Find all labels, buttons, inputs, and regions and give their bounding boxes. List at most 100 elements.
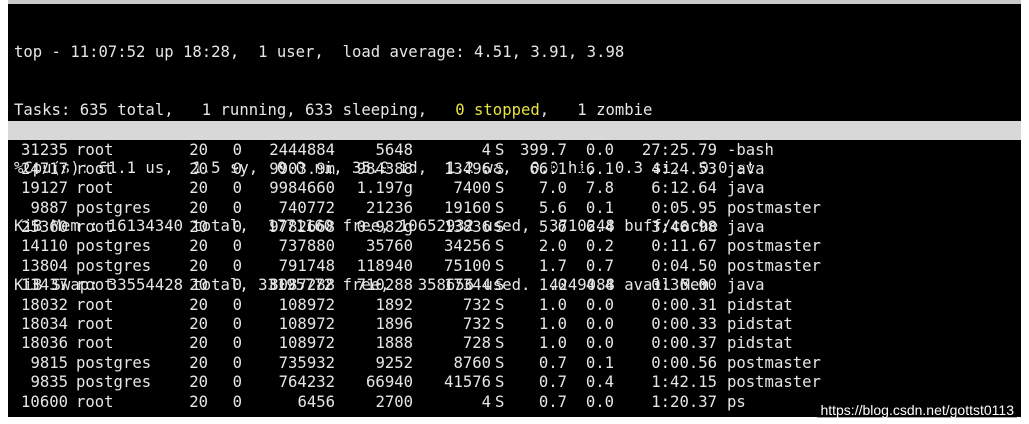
cpu-time: 0:36.00 bbox=[651, 276, 717, 295]
mem-percent: 0.1 bbox=[585, 198, 614, 217]
nice: 0 bbox=[232, 179, 242, 198]
pid: 18032 bbox=[21, 295, 68, 314]
mem-percent: 0.0 bbox=[585, 392, 614, 411]
pid: 13437 bbox=[21, 276, 68, 295]
virt: 9903.9m bbox=[269, 159, 335, 178]
priority: 20 bbox=[189, 392, 208, 411]
state: S bbox=[495, 392, 505, 411]
cpu-time: 1:20.37 bbox=[651, 392, 717, 411]
nice: 0 bbox=[232, 295, 242, 314]
state: S bbox=[495, 334, 505, 353]
cpu-percent: 1.0 bbox=[538, 276, 567, 295]
cpu-time: 4:24.53 bbox=[651, 159, 717, 178]
command: pidstat bbox=[727, 295, 793, 314]
process-row[interactable]: 31235 root 20 0 2444884 5648 4 S 399.7 0… bbox=[14, 141, 774, 160]
pid: 25360 bbox=[21, 218, 68, 237]
cpu-percent: 0.7 bbox=[538, 373, 567, 392]
process-row[interactable]: 24717 root 20 0 9903.9m 984388 13496 S 6… bbox=[14, 159, 765, 179]
nice: 0 bbox=[232, 237, 242, 256]
priority: 20 bbox=[189, 315, 208, 334]
virt: 6456 bbox=[297, 392, 335, 411]
priority: 20 bbox=[189, 237, 208, 256]
priority: 20 bbox=[189, 276, 208, 295]
process-row[interactable]: 9835 postgres 20 0 764232 66940 41576 S … bbox=[14, 373, 820, 392]
cpu-time: 0:05.95 bbox=[651, 198, 717, 217]
pid: 24717 bbox=[21, 159, 68, 178]
priority: 20 bbox=[189, 334, 208, 353]
pid: 18034 bbox=[21, 315, 68, 334]
process-row[interactable]: 18034 root 20 0 108972 1896 732 S 1.0 0.… bbox=[14, 315, 793, 334]
process-row[interactable]: 9887 postgres 20 0 740772 21236 19160 S … bbox=[14, 199, 820, 218]
nice: 0 bbox=[232, 373, 242, 392]
cpu-time: 0:00.33 bbox=[651, 315, 717, 334]
watermark-url: https://blog.csdn.net/gottst0113 bbox=[817, 402, 1017, 418]
process-row[interactable]: 9815 postgres 20 0 735932 9252 8760 S 0.… bbox=[14, 353, 820, 373]
nice: 0 bbox=[232, 392, 242, 411]
nice: 0 bbox=[232, 276, 242, 295]
nice: 0 bbox=[232, 198, 242, 217]
nice: 0 bbox=[232, 353, 242, 372]
cpu-time: 1:42.15 bbox=[651, 373, 717, 392]
mem-percent: 0.0 bbox=[585, 140, 614, 159]
shr: 34256 bbox=[444, 237, 491, 256]
cpu-percent: 5.6 bbox=[538, 198, 567, 217]
process-row[interactable]: 13437 root 20 0 8087288 710288 17344 S 1… bbox=[14, 276, 765, 295]
pid: 9835 bbox=[30, 373, 68, 392]
command: pidstat bbox=[727, 315, 793, 334]
virt: 9984660 bbox=[269, 179, 335, 198]
virt: 8087288 bbox=[269, 276, 335, 295]
virt: 735932 bbox=[278, 353, 335, 372]
shr: 7400 bbox=[453, 179, 491, 198]
command: postmaster bbox=[727, 353, 821, 372]
tasks-line: Tasks: 635 total, 1 running, 633 sleepin… bbox=[14, 101, 756, 120]
virt: 737880 bbox=[278, 237, 335, 256]
cpu-percent: 1.0 bbox=[538, 295, 567, 314]
zombie-text: , 1 zombie bbox=[539, 101, 653, 120]
state: S bbox=[495, 179, 505, 198]
command: postmaster bbox=[727, 256, 821, 275]
process-row[interactable]: 13804 postgres 20 0 791748 118940 75100 … bbox=[14, 257, 821, 276]
mem-percent: 6.4 bbox=[585, 218, 614, 237]
priority: 20 bbox=[189, 218, 208, 237]
mem-percent: 7.8 bbox=[585, 179, 614, 198]
process-row[interactable]: 25360 root 20 0 9782668 0.982g 13836 S 5… bbox=[14, 218, 765, 237]
res: 1896 bbox=[375, 315, 413, 334]
screenshot-frame: top - 11:07:52 up 18:28, 1 user, load av… bbox=[0, 0, 1029, 424]
res: 118940 bbox=[356, 256, 413, 275]
state: S bbox=[495, 159, 505, 178]
nice: 0 bbox=[232, 159, 242, 178]
res: 2700 bbox=[375, 392, 413, 411]
command: postmaster bbox=[727, 198, 821, 217]
pid: 14110 bbox=[21, 237, 68, 256]
mem-percent: 4.4 bbox=[585, 276, 614, 295]
res: 1892 bbox=[375, 295, 413, 314]
shr: 41576 bbox=[444, 373, 491, 392]
virt: 740772 bbox=[278, 198, 335, 217]
process-row[interactable]: 18032 root 20 0 108972 1892 732 S 1.0 0.… bbox=[14, 295, 793, 315]
uptime-line: top - 11:07:52 up 18:28, 1 user, load av… bbox=[14, 42, 625, 61]
shr: 19160 bbox=[444, 198, 491, 217]
stopped-count: 0 stopped bbox=[455, 101, 540, 120]
command: pidstat bbox=[727, 334, 793, 353]
process-row[interactable]: 14110 postgres 20 0 737880 35760 34256 S… bbox=[14, 237, 821, 256]
process-row[interactable]: 19127 root 20 0 9984660 1.197g 7400 S 7.… bbox=[14, 179, 765, 198]
state: S bbox=[495, 373, 505, 392]
state: S bbox=[495, 315, 505, 334]
virt: 764232 bbox=[278, 373, 335, 392]
process-row[interactable]: 18036 root 20 0 108972 1888 728 S 1.0 0.… bbox=[14, 334, 793, 353]
terminal-window[interactable]: top - 11:07:52 up 18:28, 1 user, load av… bbox=[8, 0, 1021, 417]
priority: 20 bbox=[189, 373, 208, 392]
priority: 20 bbox=[189, 159, 208, 178]
virt: 108972 bbox=[278, 295, 335, 314]
nice: 0 bbox=[232, 256, 242, 275]
virt: 9782668 bbox=[269, 218, 335, 237]
pid: 9815 bbox=[30, 353, 68, 372]
virt: 108972 bbox=[278, 334, 335, 353]
res: 35760 bbox=[366, 237, 413, 256]
process-row[interactable]: 10600 root 20 0 6456 2700 4 S 0.7 0.0 1:… bbox=[14, 393, 746, 412]
mem-percent: 0.2 bbox=[585, 237, 614, 256]
state: S bbox=[495, 140, 505, 159]
state: S bbox=[495, 276, 505, 295]
res: 5648 bbox=[375, 140, 413, 159]
res: 1.197g bbox=[356, 179, 413, 198]
